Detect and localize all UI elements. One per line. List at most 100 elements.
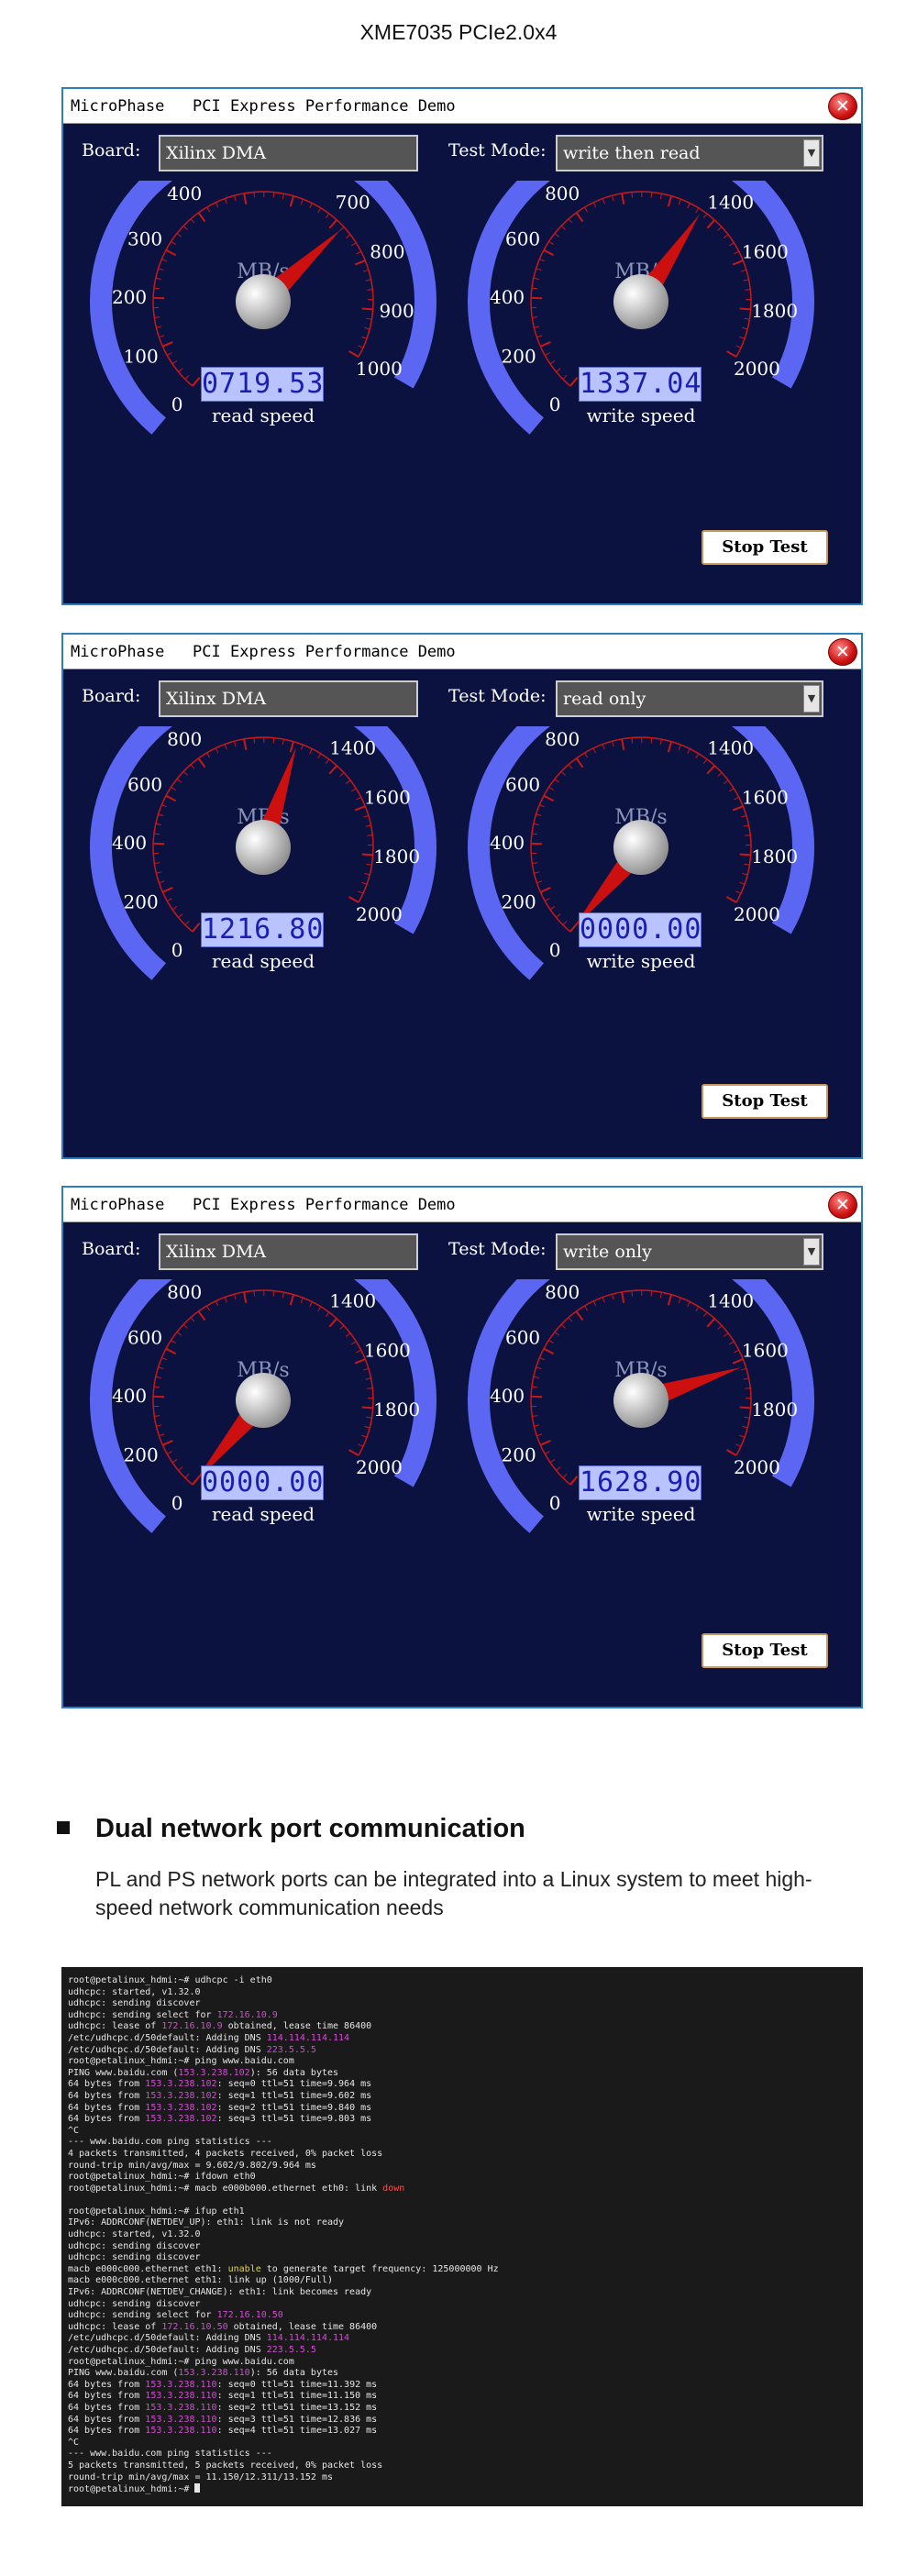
close-icon[interactable]: ✕: [828, 1191, 857, 1219]
gauge-minor-tick: [612, 1294, 614, 1300]
close-icon[interactable]: ✕: [828, 93, 857, 120]
board-label: Board:: [82, 686, 141, 706]
terminal-line: /etc/udhcpc.d/50default: Adding DNS 223.…: [68, 2044, 316, 2055]
terminal-line: --- www.baidu.com ping statistics ---: [68, 2449, 272, 2460]
stop-test-button[interactable]: Stop Test: [702, 1633, 828, 1668]
terminal-line: udhcpc: lease of 172.16.10.50 obtained, …: [68, 2321, 378, 2332]
gauge-minor-tick: [631, 192, 633, 198]
window-titlebar: MicroPhase PCI Express Performance Demo …: [63, 89, 861, 124]
gauge-minor-tick: [650, 192, 653, 198]
gauge-minor-tick: [346, 1332, 351, 1337]
gauge-minor-tick: [650, 1290, 653, 1297]
gauge-minor-tick: [346, 779, 351, 784]
perf-demo-window: MicroPhase PCI Express Performance Demo …: [61, 633, 863, 1159]
gauge-minor-tick: [536, 1366, 542, 1370]
gauge-minor-tick: [745, 1388, 751, 1389]
gauge-minor-tick: [346, 234, 351, 238]
test-mode-select[interactable]: write only ▼: [556, 1233, 823, 1270]
gauge-tick-label: 1600: [364, 786, 411, 808]
board-field[interactable]: Xilinx DMA: [159, 680, 418, 717]
gauge-hub: [236, 274, 291, 329]
gauge-major-tick: [361, 853, 373, 857]
gauge-label: read speed: [211, 1503, 315, 1525]
terminal-line: ^C: [68, 2125, 80, 2136]
gauge-tick-label: 400: [112, 832, 147, 854]
gauge-major-tick: [192, 923, 201, 933]
gauge-minor-tick: [592, 202, 597, 208]
board-field[interactable]: Xilinx DMA: [159, 135, 418, 171]
gauge-minor-tick: [309, 748, 313, 755]
gauge-minor-tick: [364, 1425, 370, 1429]
gauge-minor-tick: [536, 268, 542, 271]
test-mode-select[interactable]: write then read ▼: [556, 135, 823, 171]
gauge-major-tick: [348, 896, 359, 903]
gauge-minor-tick: [742, 1425, 748, 1429]
stop-test-button[interactable]: Stop Test: [702, 1084, 828, 1119]
gauge-tick-label: 900: [380, 300, 414, 322]
board-field[interactable]: Xilinx DMA: [159, 1233, 418, 1270]
gauge-minor-tick: [159, 335, 165, 338]
gauge-minor-tick: [531, 833, 537, 835]
gauge-minor-tick: [366, 863, 372, 866]
read-speed-gauge: 01002003004005006007008009001000MB/s 071…: [80, 181, 447, 465]
gauge-minor-tick: [592, 1300, 597, 1307]
gauge-minor-tick: [171, 1458, 178, 1464]
gauge-minor-tick: [361, 336, 368, 339]
gauge-tick-label: 1600: [742, 1339, 789, 1361]
gauge-tick-label: 1000: [356, 358, 403, 380]
gauge-minor-tick: [178, 368, 183, 372]
gauge-major-tick: [726, 1449, 737, 1456]
gauge-minor-tick: [584, 752, 589, 758]
gauge-major-tick: [575, 1310, 584, 1321]
gauge-major-tick: [569, 377, 579, 387]
test-mode-select[interactable]: read only ▼: [556, 680, 823, 717]
dropdown-arrow-icon[interactable]: ▼: [803, 139, 820, 167]
gauge-minor-tick: [158, 813, 164, 817]
gauge-major-tick: [197, 757, 206, 768]
gauge-major-tick: [243, 193, 248, 205]
gauge-tick-label: 1400: [707, 192, 754, 214]
gauge-minor-tick: [234, 741, 237, 747]
gauge-tick-label: 1400: [329, 737, 376, 759]
gauge-minor-tick: [356, 250, 361, 255]
gauge-major-tick: [539, 887, 551, 893]
terminal-line: 64 bytes from 153.3.238.102: seq=1 ttl=5…: [68, 2090, 372, 2101]
gauge-minor-tick: [184, 920, 190, 925]
gauge-minor-tick: [740, 269, 747, 272]
gauge-minor-tick: [364, 326, 370, 330]
gauge-major-tick: [165, 249, 177, 257]
gauge-minor-tick: [224, 198, 227, 205]
gauge-minor-tick: [545, 898, 550, 901]
gauge-major-tick: [197, 212, 206, 223]
gauge-tick-label: 1600: [364, 1339, 411, 1361]
gauge-major-tick: [348, 350, 359, 358]
terminal-line: udhcpc: sending discover: [68, 2298, 201, 2309]
gauge-minor-tick: [178, 913, 183, 918]
gauge-minor-tick: [365, 824, 371, 827]
dropdown-arrow-icon[interactable]: ▼: [803, 685, 820, 713]
gauge-minor-tick: [534, 871, 540, 874]
gauge-minor-tick: [532, 316, 538, 319]
gauge-major-tick: [543, 1347, 555, 1355]
gauge-tick-label: 800: [545, 182, 580, 205]
close-icon[interactable]: ✕: [828, 638, 857, 666]
gauge-tick-label: 800: [167, 728, 202, 750]
gauge-major-tick: [161, 1440, 173, 1446]
gauge-major-tick: [726, 350, 737, 358]
gauge-minor-tick: [350, 788, 357, 792]
dropdown-arrow-icon[interactable]: ▼: [803, 1238, 820, 1266]
gauge-tick-label: 1600: [742, 786, 789, 808]
gauge-minor-tick: [531, 1386, 537, 1388]
gauge-major-tick: [739, 307, 751, 311]
terminal-line: 64 bytes from 153.3.238.102: seq=0 ttl=5…: [68, 2079, 372, 2090]
terminal-line: udhcpc: started, v1.32.0: [68, 1986, 201, 1997]
terminal-line: root@petalinux_hdmi:~# udhcpc -i eth0: [68, 1975, 272, 1985]
gauge-major-tick: [243, 1291, 248, 1303]
terminal-line: udhcpc: started, v1.32.0: [68, 2229, 201, 2240]
gauge-tick-label: 800: [370, 240, 404, 262]
stop-test-button[interactable]: Stop Test: [702, 530, 828, 565]
gauge-minor-tick: [568, 764, 573, 769]
gauge-major-tick: [197, 1310, 206, 1321]
gauge-tick-label: 2000: [356, 903, 403, 925]
gauge-hub: [613, 820, 668, 875]
